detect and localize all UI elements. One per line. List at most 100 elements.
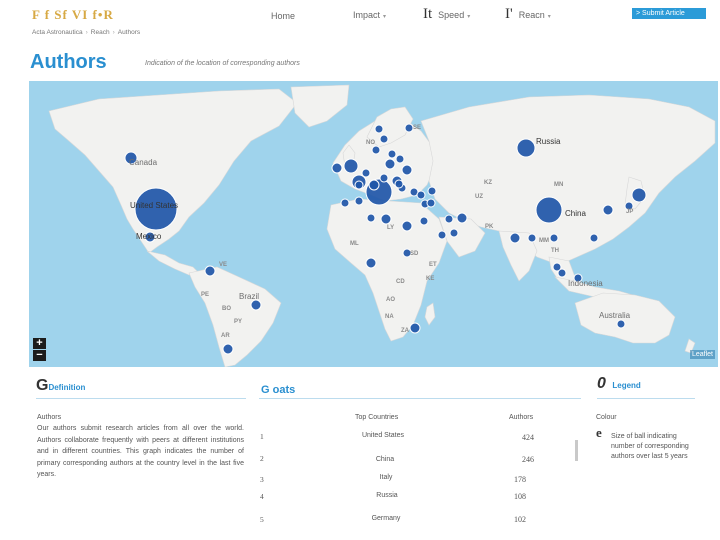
author-bubble[interactable] [354,196,364,206]
author-bubble[interactable] [602,204,614,216]
col-top-countries: Top Countries [355,414,399,421]
zoom-in-button[interactable]: + [33,338,46,349]
author-bubble[interactable] [394,179,404,189]
author-bubble[interactable] [404,123,414,133]
legend-divider [597,398,695,399]
author-bubble[interactable] [354,180,364,190]
breadcrumb-separator-icon: › [112,29,115,36]
author-bubble[interactable] [371,145,381,155]
author-bubble[interactable] [631,187,647,203]
nav-reach[interactable]: I' Reacn ▾ [505,6,551,23]
legend-heading: 0 Legend [597,375,641,393]
row-country: Germany [371,515,401,522]
row-country: China [375,456,395,463]
author-bubble[interactable] [535,196,563,224]
label-ml: ML [350,241,359,247]
author-bubble[interactable] [552,262,562,272]
author-bubble[interactable] [379,134,389,144]
definition-icon: G [36,377,49,394]
author-bubble[interactable] [222,343,234,355]
author-bubble[interactable] [449,228,459,238]
author-bubble[interactable] [331,162,343,174]
author-bubble[interactable] [409,322,421,334]
author-bubble[interactable] [616,319,626,329]
table-scrollbar[interactable] [575,440,578,461]
author-bubble[interactable] [366,213,376,223]
label-brazil: Brazil [239,292,260,301]
label-ke: KE [426,276,435,282]
label-ar: AR [221,333,230,339]
label-za: ZA [401,328,409,334]
page-subtitle: Indication of the location of correspond… [145,60,300,67]
author-bubble[interactable] [395,154,405,164]
nav-impact-label: Impact [353,10,381,20]
label-canada: Canada [129,158,158,167]
row-rank: 1 [260,432,264,441]
label-mexico: Mexico [136,232,162,241]
nav-home[interactable]: Home [271,11,295,21]
row-authors: 108 [514,492,526,501]
legend-icon: 0 [597,375,606,392]
zoom-out-button[interactable]: − [33,350,46,361]
definition-text: Our authors submit research articles fro… [37,425,244,478]
breadcrumb-section[interactable]: Reach [91,29,110,36]
world-map[interactable]: Canada United States Mexico VE PE Brazil… [29,81,718,367]
label-cd: CD [396,279,405,285]
author-bubble[interactable] [419,216,429,226]
author-bubble[interactable] [401,220,413,232]
author-bubble[interactable] [549,233,559,243]
label-jp: JP [626,209,634,215]
author-bubble[interactable] [527,233,537,243]
author-bubble[interactable] [456,212,468,224]
breadcrumb-current: Authors [117,29,141,36]
author-bubble[interactable] [516,138,536,158]
legend-heading-label: Legend [612,381,641,390]
author-bubble[interactable] [368,179,380,191]
madagascar-land [424,302,436,326]
author-bubble[interactable] [384,158,396,170]
nav-speed-label: Speed [438,10,465,20]
author-bubble[interactable] [365,257,377,269]
author-bubble[interactable] [401,164,413,176]
author-bubble[interactable] [379,173,389,183]
author-bubble[interactable] [444,214,454,224]
author-bubble[interactable] [509,232,521,244]
author-bubble[interactable] [387,149,397,159]
label-china: China [565,209,586,218]
map-attribution-link[interactable]: Leaflet [689,350,715,359]
label-australia: Australia [599,311,631,320]
central-america-land [146,250,200,276]
label-py: PY [234,319,243,325]
north-america-land [48,88,298,254]
row-country: Italy [379,474,393,481]
map-land [48,84,716,367]
label-sd: SD [410,251,419,257]
label-pk: PK [485,224,494,230]
label-mn: MN [554,182,564,188]
author-bubble[interactable] [361,168,371,178]
nav-speed[interactable]: It Speed ▾ [423,6,470,23]
breadcrumb-journal[interactable]: Acta Astronautica [32,29,83,36]
author-bubble[interactable] [380,213,392,225]
submit-article-button[interactable]: > Submit Article [632,8,706,19]
label-pe: PE [201,292,210,298]
definition-title: Authors [37,414,62,421]
author-bubble[interactable] [250,299,262,311]
breadcrumb-separator-icon: › [85,29,88,36]
row-authors: 424 [522,433,534,442]
author-bubble[interactable] [589,233,599,243]
author-bubble[interactable] [426,198,436,208]
author-bubble[interactable] [427,186,437,196]
nav-reach-label: Reacn [518,10,545,20]
author-bubble[interactable] [374,124,384,134]
definition-heading-label: Definition [48,383,86,392]
label-no: NO [366,140,375,146]
author-bubble[interactable] [437,230,447,240]
author-bubble[interactable] [340,198,350,208]
nav-impact[interactable]: Impact ▾ [353,10,386,20]
row-country: United States [361,432,405,439]
chevron-down-icon: ▾ [547,14,551,20]
author-bubble[interactable] [416,190,426,200]
author-bubble[interactable] [343,158,359,174]
author-bubble[interactable] [204,265,216,277]
